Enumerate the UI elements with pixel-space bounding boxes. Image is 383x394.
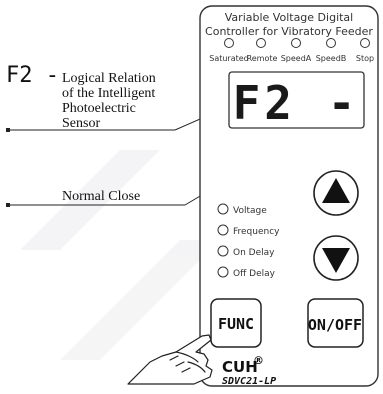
param-frequency-led	[217, 224, 229, 236]
up-button[interactable]	[313, 170, 359, 216]
pointing-hand-icon	[127, 334, 213, 385]
func-button-label: FUNC	[218, 315, 254, 333]
led-display: F2 -	[228, 71, 365, 130]
panel-title-line1: Variable Voltage Digital	[225, 11, 353, 24]
param-voltage-label: Voltage	[233, 206, 267, 216]
param-frequency-label: Frequency	[233, 227, 280, 237]
indicator-speeda-led	[291, 38, 301, 48]
led-display-value: F2 -	[233, 76, 360, 130]
callout-text-line3: Photoelectric	[62, 101, 136, 116]
param-off-delay-label: Off Delay	[233, 269, 276, 279]
background-watermark	[20, 150, 220, 360]
param-voltage-led	[217, 203, 229, 215]
param-off-delay-led	[217, 266, 229, 278]
callout-text-line4: Sensor	[62, 116, 100, 131]
indicator-speedb-led	[326, 38, 336, 48]
down-button[interactable]	[313, 235, 359, 281]
param-on-delay-led	[217, 245, 229, 257]
callout-normal-close-text: Normal Close	[62, 189, 140, 204]
brand-registered-mark: ®	[253, 354, 264, 367]
onoff-button[interactable]: ON/OFF	[307, 298, 364, 348]
indicator-saturated-led	[224, 38, 234, 48]
panel-title-line2: Controller for Vibratory Feeder	[205, 25, 373, 38]
callout-normal-close-endpoint	[6, 203, 10, 207]
callout-text-line1: Logical Relation	[62, 71, 156, 86]
indicator-remote-label: Remote	[247, 54, 278, 63]
indicator-remote-led	[256, 38, 266, 48]
func-button[interactable]: FUNC	[210, 298, 262, 348]
callout-code: F2 -	[6, 63, 59, 88]
onoff-button-label: ON/OFF	[308, 316, 362, 334]
callout-endpoint	[6, 128, 10, 132]
indicator-speedb-label: SpeedB	[316, 54, 347, 63]
param-on-delay-label: On Delay	[233, 248, 275, 258]
indicator-saturated-label: Saturated	[209, 54, 249, 63]
indicator-speeda-label: SpeedA	[281, 54, 312, 63]
callout-text-line2: of the Intelligent	[62, 86, 155, 101]
indicator-stop-led	[360, 38, 370, 48]
model-number: SDVC21-LP	[222, 376, 276, 387]
controller-panel: Variable Voltage Digital Controller for …	[199, 5, 379, 387]
indicator-stop-label: Stop	[356, 54, 374, 63]
